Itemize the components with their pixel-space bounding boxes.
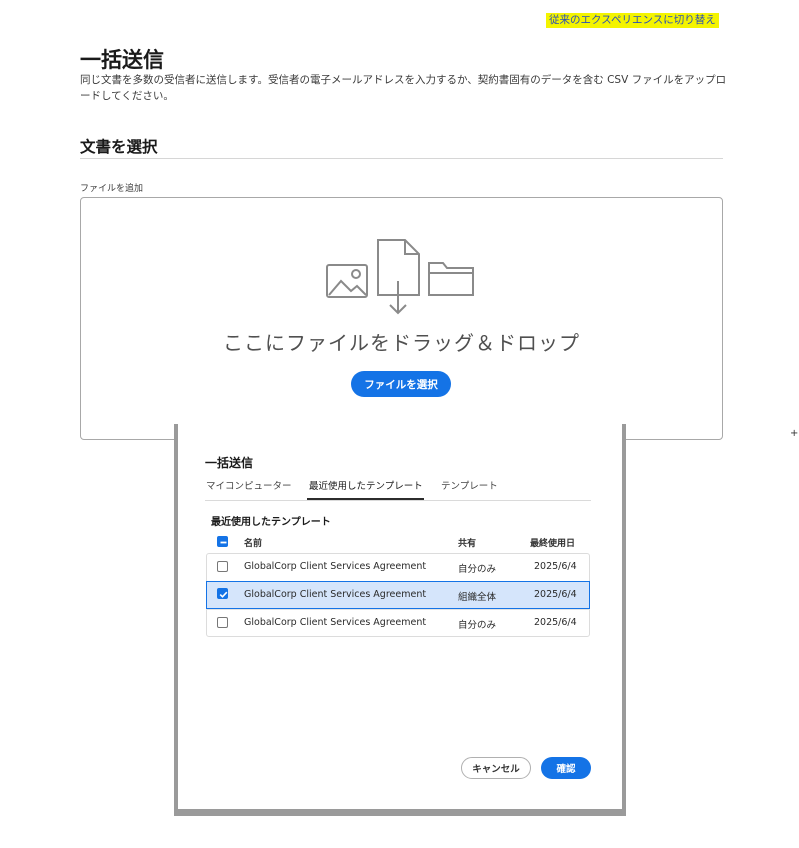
confirm-button[interactable]: 確認	[541, 757, 591, 779]
dropzone-instruction: ここにファイルをドラッグ＆ドロップ	[223, 331, 580, 355]
dialog-title: 一括送信	[205, 456, 254, 470]
section-title-select-document: 文書を選択	[80, 138, 158, 156]
select-file-button[interactable]: ファイルを選択	[351, 371, 451, 397]
section-divider	[80, 158, 723, 159]
template-name: GlobalCorp Client Services Agreement	[244, 561, 427, 572]
template-last-used: 2025/6/4	[534, 617, 577, 628]
template-shared: 自分のみ	[458, 620, 497, 631]
tab-templates[interactable]: テンプレート	[441, 478, 498, 492]
cancel-button[interactable]: キャンセル	[461, 757, 531, 779]
tab-recent-templates[interactable]: 最近使用したテンプレート	[309, 478, 423, 492]
column-header-last-used[interactable]: 最終使用日	[530, 536, 575, 549]
folder-icon	[428, 262, 474, 296]
switch-legacy-experience-link[interactable]: 従来のエクスペリエンスに切り替え	[546, 13, 719, 28]
tabs-divider	[205, 500, 591, 501]
file-dropzone[interactable]	[80, 197, 723, 440]
template-shared: 自分のみ	[458, 564, 497, 575]
add-files-label: ファイルを追加	[80, 184, 144, 194]
template-name: GlobalCorp Client Services Agreement	[244, 617, 427, 628]
template-last-used: 2025/6/4	[534, 561, 577, 572]
column-header-name[interactable]: 名前	[244, 536, 262, 549]
page-description: 同じ文書を多数の受信者に送信します。受信者の電子メールアドレスを入力するか、契約…	[80, 74, 727, 102]
stray-mark: +	[790, 428, 799, 439]
row-checkbox-checked[interactable]	[217, 588, 228, 599]
template-name: GlobalCorp Client Services Agreement	[244, 589, 427, 600]
file-upload-illustration-icon	[326, 239, 474, 315]
row-checkbox[interactable]	[217, 617, 228, 628]
row-checkbox[interactable]	[217, 561, 228, 572]
template-shared: 組織全体	[458, 592, 497, 603]
column-header-shared[interactable]: 共有	[458, 536, 476, 549]
recent-templates-heading: 最近使用したテンプレート	[211, 517, 331, 528]
template-last-used: 2025/6/4	[534, 589, 577, 600]
active-tab-indicator	[307, 498, 424, 500]
select-all-checkbox[interactable]	[217, 536, 228, 547]
tab-my-computer[interactable]: マイコンピューター	[206, 478, 292, 492]
page-title: 一括送信	[80, 48, 164, 72]
image-icon	[326, 264, 368, 298]
